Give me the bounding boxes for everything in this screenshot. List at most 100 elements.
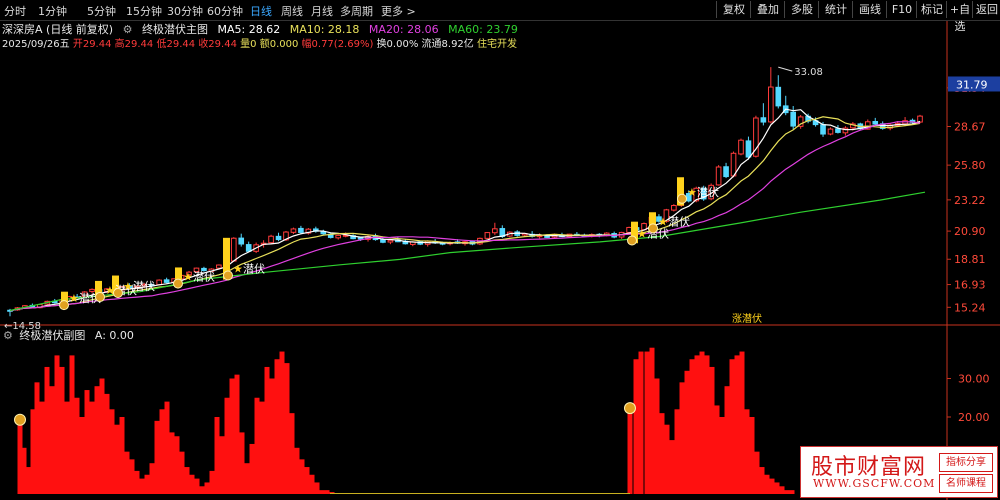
sub-bar — [179, 451, 185, 494]
sub-bar — [759, 467, 765, 494]
sub-bar — [79, 417, 85, 494]
sub-bar — [194, 478, 200, 494]
sub-bar — [719, 417, 725, 494]
sub-settings-icon[interactable]: ⚙ — [3, 329, 13, 342]
sub-bar — [714, 405, 720, 494]
quote-close: 收29.44 — [198, 39, 237, 50]
sub-bar — [709, 366, 715, 494]
sub-bar — [294, 447, 300, 494]
quote-high: 高29.44 — [114, 39, 154, 50]
restore-rights-button[interactable]: 复权 — [716, 1, 751, 18]
sub-bar — [84, 390, 90, 494]
candle-body — [245, 244, 252, 252]
sub-bar — [199, 486, 205, 494]
sub-bar — [754, 451, 760, 494]
watermark-tag-course: 名师课程 — [939, 474, 993, 493]
bottom-signal-label: 涨潜伏 — [732, 312, 762, 325]
chart-canvas[interactable]: 31.5428.6725.8023.2220.9018.8116.9315.24… — [0, 0, 1000, 500]
overlay-button[interactable]: 叠加 — [750, 1, 785, 18]
candle-body — [89, 288, 95, 292]
period-tab-monthly[interactable]: 月线 — [311, 3, 333, 19]
sub-bar — [649, 347, 655, 494]
high-annotation: 33.08 — [794, 67, 823, 78]
period-tab-1min[interactable]: 1分钟 — [38, 3, 67, 19]
period-tab-15min[interactable]: 15分钟 — [126, 3, 162, 19]
sub-bar — [699, 351, 705, 494]
sub-bar — [789, 490, 795, 494]
sub-bar — [729, 359, 735, 494]
sub-bar — [39, 401, 45, 494]
candle-body — [738, 139, 744, 155]
candle-body — [163, 279, 170, 283]
period-tab-multi[interactable]: 多周期 — [340, 3, 373, 19]
back-button[interactable]: 返回 — [972, 1, 1000, 18]
quote-amount: 额0.000 — [259, 39, 299, 50]
money-bag-icon — [113, 287, 123, 298]
money-bag-icon — [14, 413, 26, 426]
sub-tick-label: 30.00 — [958, 373, 990, 386]
period-tab-60min[interactable]: 60分钟 — [207, 3, 243, 19]
money-bag-icon — [95, 292, 105, 303]
star-icon: ★ — [69, 292, 79, 305]
sub-bar — [59, 366, 65, 494]
sub-bar — [689, 359, 695, 494]
candle-body — [768, 86, 774, 123]
sub-bar — [284, 363, 290, 494]
star-icon: ★ — [637, 227, 647, 240]
period-tab-fenshi[interactable]: 分时 — [4, 3, 26, 19]
sub-bar — [289, 413, 295, 494]
candle-body — [484, 232, 491, 239]
money-bag-icon — [677, 193, 687, 204]
sub-bar — [299, 459, 305, 494]
sub-indicator-name[interactable]: 终极潜伏副图 — [19, 329, 85, 342]
period-tab-5min[interactable]: 5分钟 — [87, 3, 116, 19]
money-bag-icon — [648, 223, 658, 234]
candle-body — [827, 128, 834, 135]
period-toolbar: 分时 1分钟 5分钟 15分钟 30分钟 60分钟 日线 周线 月线 多周期 更… — [0, 0, 1000, 33]
sub-bar — [749, 417, 755, 494]
signal-label: 潜伏 — [193, 270, 215, 284]
candle-body — [715, 166, 722, 186]
sub-bar — [144, 474, 150, 494]
signal-label: 潜伏 — [243, 261, 265, 275]
candle-body — [671, 205, 677, 211]
sub-bar — [669, 440, 675, 494]
sub-bar — [34, 382, 40, 494]
price-tick-label: 25.80 — [954, 159, 986, 172]
sub-bar — [638, 351, 644, 494]
period-tab-daily[interactable]: 日线 — [250, 3, 272, 19]
add-watchlist-button[interactable]: +自选 — [946, 1, 973, 33]
indicator-header: 深深房A (日线 前复权) ⚙ 终极潜伏主图 MA5: 28.62 MA10: … — [2, 21, 524, 36]
candle-body — [335, 234, 342, 239]
sub-bar — [259, 401, 265, 494]
price-tick-label: 20.90 — [954, 225, 986, 238]
sub-bar — [114, 424, 120, 494]
money-bag-icon — [173, 278, 183, 289]
period-tab-30min[interactable]: 30分钟 — [167, 3, 203, 19]
candle-body — [835, 128, 841, 133]
money-bag-icon — [223, 270, 233, 281]
watermark-url: WWW.GSCFW.COM — [813, 477, 936, 490]
sub-bar — [244, 463, 250, 494]
f10-button[interactable]: F10 — [886, 1, 917, 18]
sub-bar — [209, 470, 215, 494]
sub-bar — [189, 474, 195, 494]
sub-bar — [234, 374, 240, 494]
sub-bar — [704, 355, 710, 494]
sub-bar — [274, 359, 280, 494]
money-bag-icon — [59, 300, 69, 311]
quote-low: 低29.44 — [156, 39, 196, 50]
sub-bar — [25, 467, 31, 494]
multi-stock-button[interactable]: 多股 — [784, 1, 819, 18]
sub-bar — [109, 409, 115, 494]
quote-open: 开29.44 — [72, 39, 112, 50]
mark-button[interactable]: 标记 — [916, 1, 947, 18]
period-tab-more[interactable]: 更多 > — [381, 3, 416, 19]
sub-bar — [99, 378, 105, 494]
draw-line-button[interactable]: 画线 — [852, 1, 887, 18]
price-tick-label: 18.81 — [954, 253, 986, 266]
period-tab-weekly[interactable]: 周线 — [281, 3, 303, 19]
sub-bar — [664, 424, 670, 494]
statistics-button[interactable]: 统计 — [818, 1, 853, 18]
sub-bar — [304, 467, 310, 494]
